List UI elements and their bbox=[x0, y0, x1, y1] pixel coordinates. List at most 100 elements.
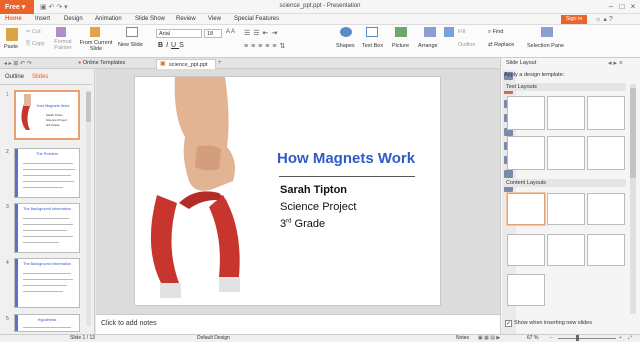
tab-nav-icons[interactable]: ◂ ▸ ⊞ ↶ ↷ bbox=[4, 60, 32, 67]
thumb-text-line bbox=[23, 291, 63, 292]
find-button[interactable]: ⌕ Find bbox=[488, 29, 503, 36]
notes-toggle[interactable]: Notes bbox=[456, 335, 469, 341]
arrange-button[interactable]: Arrange bbox=[418, 43, 438, 49]
slide-title[interactable]: How Magnets Work bbox=[277, 150, 415, 167]
new-slide-button[interactable]: New Slide bbox=[118, 42, 143, 48]
slide-thumbnail-5[interactable]: Hypothesis bbox=[14, 314, 80, 332]
shapes-button[interactable]: Shapes bbox=[336, 43, 355, 49]
paragraph-align-buttons[interactable]: ≡≡≡≡≡⇅ bbox=[244, 42, 288, 50]
layout-text-columns[interactable] bbox=[547, 136, 585, 170]
layout-title-two-content[interactable] bbox=[547, 234, 585, 266]
layout-title-content-grid[interactable] bbox=[507, 274, 545, 306]
menu-special-features[interactable]: Special Features bbox=[234, 16, 279, 22]
zoom-slider[interactable] bbox=[558, 338, 616, 339]
format-painter-button[interactable]: Format Painter bbox=[50, 39, 76, 51]
layout-vertical-text[interactable] bbox=[587, 136, 625, 170]
fill-button[interactable]: Fill bbox=[458, 29, 465, 35]
layout-blank[interactable] bbox=[507, 193, 545, 225]
layout-scrollbar-thumb[interactable] bbox=[630, 88, 636, 178]
notes-pane[interactable]: Click to add notes bbox=[96, 314, 500, 334]
text-box-button[interactable]: Text Box bbox=[362, 43, 383, 49]
layout-two-column[interactable] bbox=[507, 136, 545, 170]
tab-online-templates[interactable]: ● Online Templates bbox=[78, 60, 125, 66]
paragraph-list-buttons[interactable]: ☰☰⇤⇥ bbox=[244, 29, 280, 37]
layout-title-only[interactable] bbox=[547, 96, 585, 130]
outline-button[interactable]: Outline bbox=[458, 42, 475, 48]
zoom-level[interactable]: 67 % bbox=[527, 335, 538, 341]
maximize-icon[interactable]: □ bbox=[617, 2, 627, 12]
font-grow-shrink[interactable]: A A bbox=[226, 29, 235, 35]
slide-thumbnail-3[interactable]: The Background Information bbox=[14, 203, 80, 253]
thumbnail-number: 2 bbox=[6, 149, 9, 155]
layout-four-content[interactable] bbox=[587, 234, 625, 266]
minimize-icon[interactable]: – bbox=[606, 2, 616, 12]
zoom-slider-handle[interactable] bbox=[576, 335, 579, 341]
slide-author[interactable]: Sarah Tipton bbox=[280, 184, 347, 196]
copy-label: Copy bbox=[31, 41, 45, 47]
menu-design[interactable]: Design bbox=[64, 16, 83, 22]
tab-slides[interactable]: Slides bbox=[32, 74, 48, 80]
layout-content[interactable] bbox=[547, 193, 585, 225]
zoom-out-icon[interactable]: − bbox=[550, 335, 553, 341]
content-layouts-header: Content Layouts bbox=[504, 179, 626, 187]
thumb-title: Hypothesis bbox=[37, 318, 57, 322]
menu-animation[interactable]: Animation bbox=[95, 16, 122, 22]
replace-label: Replace bbox=[494, 42, 515, 48]
skin-icon[interactable]: ☼ ▴ ? bbox=[595, 15, 613, 23]
thumb-text-line bbox=[23, 169, 75, 170]
menu-home[interactable]: Home bbox=[5, 16, 22, 22]
from-current-slide-button[interactable]: From Current Slide bbox=[78, 40, 114, 52]
thumb-accent-bar bbox=[15, 259, 18, 307]
slide-thumbnail-4[interactable]: The Background Information bbox=[14, 258, 80, 308]
slide-subtitle[interactable]: Science Project bbox=[280, 201, 356, 213]
fit-window-icon[interactable]: ⤢ bbox=[628, 335, 632, 341]
cut-button[interactable]: ✂ Cut bbox=[26, 29, 41, 35]
slide-thumbnail-1[interactable]: How Magnets Work Sarah Tipton Science Pr… bbox=[14, 90, 80, 140]
thumb-title: The Background Information bbox=[23, 262, 71, 266]
slide-grade[interactable]: 3rd Grade bbox=[280, 218, 325, 230]
copy-button[interactable]: ⎘ Copy bbox=[26, 41, 45, 48]
layout-title-text[interactable] bbox=[587, 96, 625, 130]
task-pane-icon[interactable] bbox=[504, 170, 513, 178]
magnet-hand-image bbox=[150, 77, 240, 298]
show-when-checkbox[interactable]: ✓ bbox=[505, 320, 512, 327]
thumbnail-scrollbar-thumb[interactable] bbox=[86, 92, 91, 122]
thumb-title: The Problem bbox=[36, 152, 58, 156]
selection-pane-button[interactable]: Selection Pane bbox=[527, 43, 564, 49]
sign-in-button[interactable]: Sign in bbox=[561, 15, 587, 24]
replace-button[interactable]: ⇄ Replace bbox=[488, 42, 514, 48]
close-icon[interactable]: × bbox=[628, 2, 638, 12]
arrange-icon bbox=[424, 27, 436, 37]
thumb-text-line bbox=[23, 273, 71, 274]
notes-label: Notes bbox=[456, 335, 470, 341]
font-name-select[interactable]: Arial bbox=[156, 29, 202, 38]
thumb-text-line bbox=[23, 218, 69, 219]
theme-name: Default Design bbox=[197, 335, 230, 341]
apply-template-label: Apply a design template: bbox=[504, 72, 565, 78]
paste-button[interactable]: Paste bbox=[4, 44, 18, 50]
panel-controls[interactable]: ◂ ▸ × bbox=[608, 59, 623, 67]
menu-slide-show[interactable]: Slide Show bbox=[135, 16, 165, 22]
status-bar bbox=[0, 334, 640, 342]
font-size-select[interactable]: 18 bbox=[204, 29, 222, 38]
menu-insert[interactable]: Insert bbox=[35, 16, 50, 22]
font-style-buttons[interactable]: BIUS bbox=[158, 42, 187, 49]
slide-thumbnail-2[interactable]: The Problem bbox=[14, 148, 80, 198]
thumb-text-line bbox=[23, 187, 63, 188]
quick-style-icon[interactable] bbox=[444, 27, 454, 37]
thumb-line: Science Project bbox=[46, 118, 67, 122]
slide-canvas[interactable]: How Magnets Work Sarah Tipton Science Pr… bbox=[134, 76, 441, 306]
layout-content-grid[interactable] bbox=[507, 234, 545, 266]
zoom-in-icon[interactable]: + bbox=[619, 335, 622, 341]
layout-title-content[interactable] bbox=[587, 193, 625, 225]
menu-view[interactable]: View bbox=[208, 16, 221, 22]
picture-button[interactable]: Picture bbox=[392, 43, 409, 49]
view-mode-icons[interactable]: ▣ ▦ ▤ ▶ bbox=[478, 335, 500, 341]
new-tab-icon[interactable]: + bbox=[218, 60, 222, 66]
thumb-title: The Background Information bbox=[23, 207, 71, 211]
tab-outline[interactable]: Outline bbox=[5, 74, 24, 80]
thumbnail-scrollbar[interactable] bbox=[86, 90, 91, 326]
layout-title-slide[interactable] bbox=[507, 96, 545, 130]
paste-icon[interactable] bbox=[6, 28, 18, 41]
menu-review[interactable]: Review bbox=[176, 16, 196, 22]
